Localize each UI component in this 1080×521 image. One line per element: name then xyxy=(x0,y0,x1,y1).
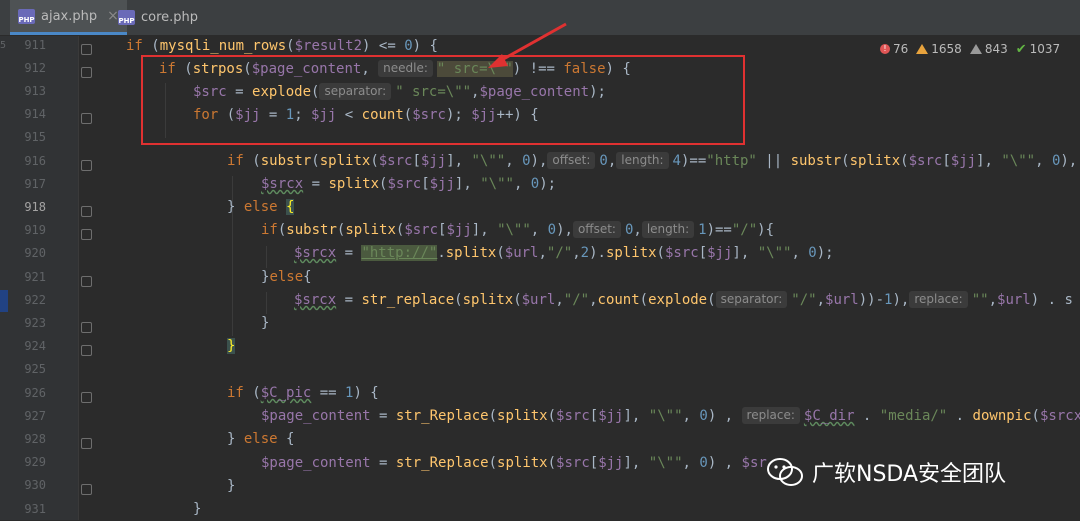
fold-icon[interactable] xyxy=(81,67,92,78)
warnings-count[interactable]: 1658 xyxy=(916,42,962,56)
fold-icon[interactable] xyxy=(81,229,92,240)
fold-icon[interactable] xyxy=(81,345,92,356)
code-line: $srcx = "http://".splitx($url,"/",2).spl… xyxy=(294,245,834,261)
check-icon: ✔ xyxy=(1015,41,1027,57)
param-hint: length: xyxy=(641,221,695,238)
fold-icon[interactable] xyxy=(81,392,92,403)
code-line: } else { xyxy=(227,199,295,215)
weak-warnings-value: 843 xyxy=(984,42,1008,56)
errors-value: 76 xyxy=(893,42,909,56)
param-hint: length: xyxy=(616,152,669,169)
param-hint: offset: xyxy=(572,221,621,238)
fold-icon[interactable] xyxy=(81,484,92,495)
line-number: 922 xyxy=(24,293,46,307)
code-line: $srcx = str_replace(splitx($url,"/",coun… xyxy=(294,291,1073,308)
param-hint: replace: xyxy=(909,291,968,308)
code-line: $srcx = splitx($src[$jj], "\"", 0); xyxy=(261,176,557,192)
line-number: 925 xyxy=(24,362,46,376)
code-line: }else{ xyxy=(261,269,312,285)
line-number: 924 xyxy=(24,339,46,353)
param-hint: offset: xyxy=(547,152,596,169)
error-icon: ! xyxy=(880,44,890,54)
weak-warning-icon xyxy=(969,44,982,54)
code-line: } else { xyxy=(227,431,295,447)
warnings-value: 1658 xyxy=(931,42,962,56)
errors-count[interactable]: ! 76 xyxy=(880,42,908,56)
line-number: 913 xyxy=(24,84,46,98)
php-file-icon: PHP xyxy=(118,10,135,25)
wechat-logo-icon xyxy=(767,458,803,486)
typos-count[interactable]: ✔ 1037 xyxy=(1016,42,1060,57)
inspection-widget[interactable]: ! 76 1658 843 ✔ 1037 xyxy=(876,40,1065,58)
code-line: $page_content = str_Replace(splitx($src[… xyxy=(261,455,767,471)
line-number: 923 xyxy=(24,316,46,330)
fold-icon[interactable] xyxy=(81,44,92,55)
indent-guide xyxy=(266,246,267,268)
line-number: 920 xyxy=(24,246,46,260)
fold-icon[interactable] xyxy=(81,276,92,287)
line-number: 926 xyxy=(24,386,46,400)
fold-icon[interactable] xyxy=(81,438,92,449)
typos-value: 1037 xyxy=(1029,42,1061,56)
line-number: 917 xyxy=(24,177,46,191)
code-line: } xyxy=(261,315,270,331)
code-line: if(substr(splitx($src[$jj], "\"", 0), off… xyxy=(261,221,775,238)
code-line: $page_content = str_Replace(splitx($src[… xyxy=(261,407,1080,424)
indent-guide xyxy=(266,292,267,314)
line-number: 930 xyxy=(24,478,46,492)
code-line: if (substr(splitx($src[$jj], "\"", 0), of… xyxy=(227,152,1078,169)
line-number: 912 xyxy=(24,61,46,75)
fold-icon[interactable] xyxy=(81,113,92,124)
warning-icon xyxy=(916,44,929,54)
line-number: 914 xyxy=(24,107,46,121)
line-number: 921 xyxy=(24,270,46,284)
code-line: } xyxy=(193,501,202,517)
line-number: 927 xyxy=(24,409,46,423)
line-number: 919 xyxy=(24,223,46,237)
tab-label: core.php xyxy=(141,10,199,25)
fold-icon[interactable] xyxy=(81,160,92,171)
watermark-text: 广软NSDA安全团队 xyxy=(812,462,1007,487)
line-number: 928 xyxy=(24,432,46,446)
code-line: } xyxy=(227,338,236,354)
annotation-arrow-icon xyxy=(488,22,567,68)
tab-core-php[interactable]: PHP core.php xyxy=(110,0,206,35)
fold-icon[interactable] xyxy=(81,206,92,217)
line-number: 931 xyxy=(24,502,46,516)
line-number: 911 xyxy=(24,38,46,52)
code-line: } xyxy=(227,478,236,494)
weak-warnings-count[interactable]: 843 xyxy=(969,42,1008,56)
fold-icon[interactable] xyxy=(81,322,92,333)
line-number: 915 xyxy=(24,130,46,144)
line-number-current: 918 xyxy=(24,200,46,214)
selection-marker xyxy=(0,290,8,312)
line-number: 916 xyxy=(24,154,46,168)
tool-stripe xyxy=(0,36,8,520)
line-number: 929 xyxy=(24,455,46,469)
annotation-box xyxy=(141,55,745,145)
code-line: if ($C_pic == 1) { xyxy=(227,385,379,401)
watermark: 广软NSDA安全团队 xyxy=(766,452,1006,492)
param-hint: separator: xyxy=(715,291,788,308)
php-file-icon: PHP xyxy=(18,8,35,24)
tab-label: ajax.php xyxy=(41,8,98,24)
param-hint: replace: xyxy=(741,407,800,424)
